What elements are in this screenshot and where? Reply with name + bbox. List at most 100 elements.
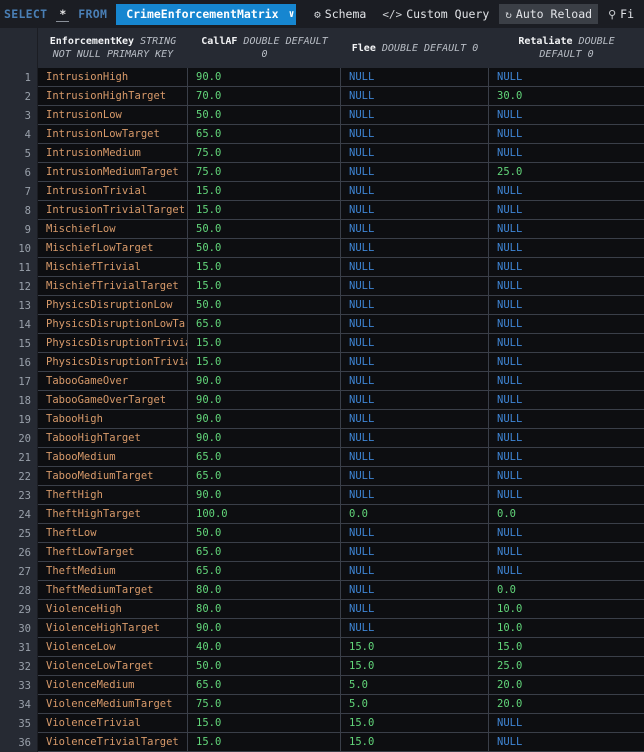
cell-flee[interactable]: NULL [341,543,489,562]
cell-flee[interactable]: 15.0 [341,638,489,657]
column-header-retaliate[interactable]: Retaliate DOUBLE DEFAULT 0 [489,28,644,68]
cell-callaf[interactable]: 15.0 [188,353,341,372]
cell-flee[interactable]: NULL [341,467,489,486]
select-star-field[interactable]: * [56,7,70,22]
cell-retaliate[interactable]: NULL [489,220,644,239]
table-row[interactable]: 26 TheftLowTarget 65.0 NULL NULL [0,543,644,562]
cell-callaf[interactable]: 75.0 [188,163,341,182]
cell-enforcementkey[interactable]: MischiefLowTarget [38,239,188,258]
cell-flee[interactable]: 0.0 [341,505,489,524]
cell-retaliate[interactable]: NULL [489,277,644,296]
cell-retaliate[interactable]: 30.0 [489,87,644,106]
cell-callaf[interactable]: 80.0 [188,581,341,600]
cell-retaliate[interactable]: NULL [489,353,644,372]
table-row[interactable]: 7 IntrusionTrivial 15.0 NULL NULL [0,182,644,201]
cell-callaf[interactable]: 65.0 [188,315,341,334]
cell-retaliate[interactable]: NULL [489,201,644,220]
cell-enforcementkey[interactable]: TheftMediumTarget [38,581,188,600]
cell-callaf[interactable]: 100.0 [188,505,341,524]
cell-retaliate[interactable]: NULL [489,467,644,486]
cell-retaliate[interactable]: NULL [489,429,644,448]
table-row[interactable]: 15 PhysicsDisruptionTrivial 15.0 NULL NULL [0,334,644,353]
cell-retaliate[interactable]: NULL [489,524,644,543]
table-row[interactable]: 17 TabooGameOver 90.0 NULL NULL [0,372,644,391]
cell-enforcementkey[interactable]: ViolenceLow [38,638,188,657]
cell-callaf[interactable]: 90.0 [188,619,341,638]
cell-enforcementkey[interactable]: TabooGameOver [38,372,188,391]
cell-enforcementkey[interactable]: ViolenceMediumTarget [38,695,188,714]
cell-enforcementkey[interactable]: ViolenceHighTarget [38,619,188,638]
cell-flee[interactable]: 5.0 [341,676,489,695]
table-row[interactable]: 13 PhysicsDisruptionLow 50.0 NULL NULL [0,296,644,315]
cell-retaliate[interactable]: 10.0 [489,619,644,638]
cell-callaf[interactable]: 90.0 [188,410,341,429]
cell-callaf[interactable]: 50.0 [188,106,341,125]
cell-enforcementkey[interactable]: ViolenceHigh [38,600,188,619]
cell-flee[interactable]: NULL [341,600,489,619]
table-row[interactable]: 1 IntrusionHigh 90.0 NULL NULL [0,68,644,87]
cell-callaf[interactable]: 50.0 [188,657,341,676]
schema-button[interactable]: ⚙ Schema [308,4,372,24]
table-row[interactable]: 23 TheftHigh 90.0 NULL NULL [0,486,644,505]
cell-retaliate[interactable]: NULL [489,258,644,277]
cell-flee[interactable]: NULL [341,277,489,296]
cell-flee[interactable]: 15.0 [341,714,489,733]
cell-enforcementkey[interactable]: IntrusionHighTarget [38,87,188,106]
cell-flee[interactable]: NULL [341,562,489,581]
cell-flee[interactable]: NULL [341,239,489,258]
cell-retaliate[interactable]: 25.0 [489,657,644,676]
cell-flee[interactable]: NULL [341,258,489,277]
cell-flee[interactable]: NULL [341,410,489,429]
cell-callaf[interactable]: 50.0 [188,220,341,239]
cell-flee[interactable]: 5.0 [341,695,489,714]
table-row[interactable]: 28 TheftMediumTarget 80.0 NULL 0.0 [0,581,644,600]
cell-flee[interactable]: NULL [341,182,489,201]
column-header-callaf[interactable]: CallAF DOUBLE DEFAULT 0 [188,28,341,68]
cell-callaf[interactable]: 90.0 [188,391,341,410]
cell-callaf[interactable]: 75.0 [188,695,341,714]
find-button[interactable]: ⚲ Fi [602,4,640,24]
table-row[interactable]: 21 TabooMedium 65.0 NULL NULL [0,448,644,467]
cell-callaf[interactable]: 50.0 [188,239,341,258]
cell-enforcementkey[interactable]: TheftHigh [38,486,188,505]
cell-flee[interactable]: NULL [341,68,489,87]
table-select-dropdown[interactable]: CrimeEnforcementMatrix ∨ [116,3,297,25]
cell-retaliate[interactable]: NULL [489,144,644,163]
cell-retaliate[interactable]: NULL [489,296,644,315]
cell-enforcementkey[interactable]: ViolenceLowTarget [38,657,188,676]
cell-flee[interactable]: NULL [341,372,489,391]
table-row[interactable]: 27 TheftMedium 65.0 NULL NULL [0,562,644,581]
cell-enforcementkey[interactable]: TheftLowTarget [38,543,188,562]
cell-flee[interactable]: NULL [341,163,489,182]
cell-callaf[interactable]: 15.0 [188,258,341,277]
cell-flee[interactable]: NULL [341,201,489,220]
cell-callaf[interactable]: 15.0 [188,714,341,733]
table-row[interactable]: 9 MischiefLow 50.0 NULL NULL [0,220,644,239]
cell-flee[interactable]: NULL [341,391,489,410]
cell-enforcementkey[interactable]: ViolenceTrivial [38,714,188,733]
cell-enforcementkey[interactable]: ViolenceTrivialTarget [38,733,188,752]
cell-enforcementkey[interactable]: IntrusionTrivial [38,182,188,201]
cell-callaf[interactable]: 75.0 [188,144,341,163]
cell-enforcementkey[interactable]: TabooGameOverTarget [38,391,188,410]
cell-enforcementkey[interactable]: TheftLow [38,524,188,543]
cell-callaf[interactable]: 65.0 [188,125,341,144]
cell-retaliate[interactable]: NULL [489,410,644,429]
table-row[interactable]: 16PhysicsDisruptionTrivialTarget15.0NULL… [0,353,644,372]
cell-enforcementkey[interactable]: ViolenceMedium [38,676,188,695]
cell-callaf[interactable]: 90.0 [188,486,341,505]
auto-reload-button[interactable]: ↻ Auto Reload [499,4,599,24]
table-row[interactable]: 14PhysicsDisruptionLowTarget65.0NULLNULL [0,315,644,334]
custom-query-button[interactable]: </> Custom Query [376,4,495,24]
cell-callaf[interactable]: 65.0 [188,562,341,581]
cell-flee[interactable]: NULL [341,125,489,144]
cell-flee[interactable]: NULL [341,486,489,505]
cell-enforcementkey[interactable]: TabooMedium [38,448,188,467]
cell-flee[interactable]: NULL [341,315,489,334]
cell-retaliate[interactable]: NULL [489,486,644,505]
cell-retaliate[interactable]: NULL [489,315,644,334]
cell-retaliate[interactable]: NULL [489,106,644,125]
cell-callaf[interactable]: 90.0 [188,68,341,87]
cell-callaf[interactable]: 15.0 [188,201,341,220]
cell-callaf[interactable]: 90.0 [188,429,341,448]
